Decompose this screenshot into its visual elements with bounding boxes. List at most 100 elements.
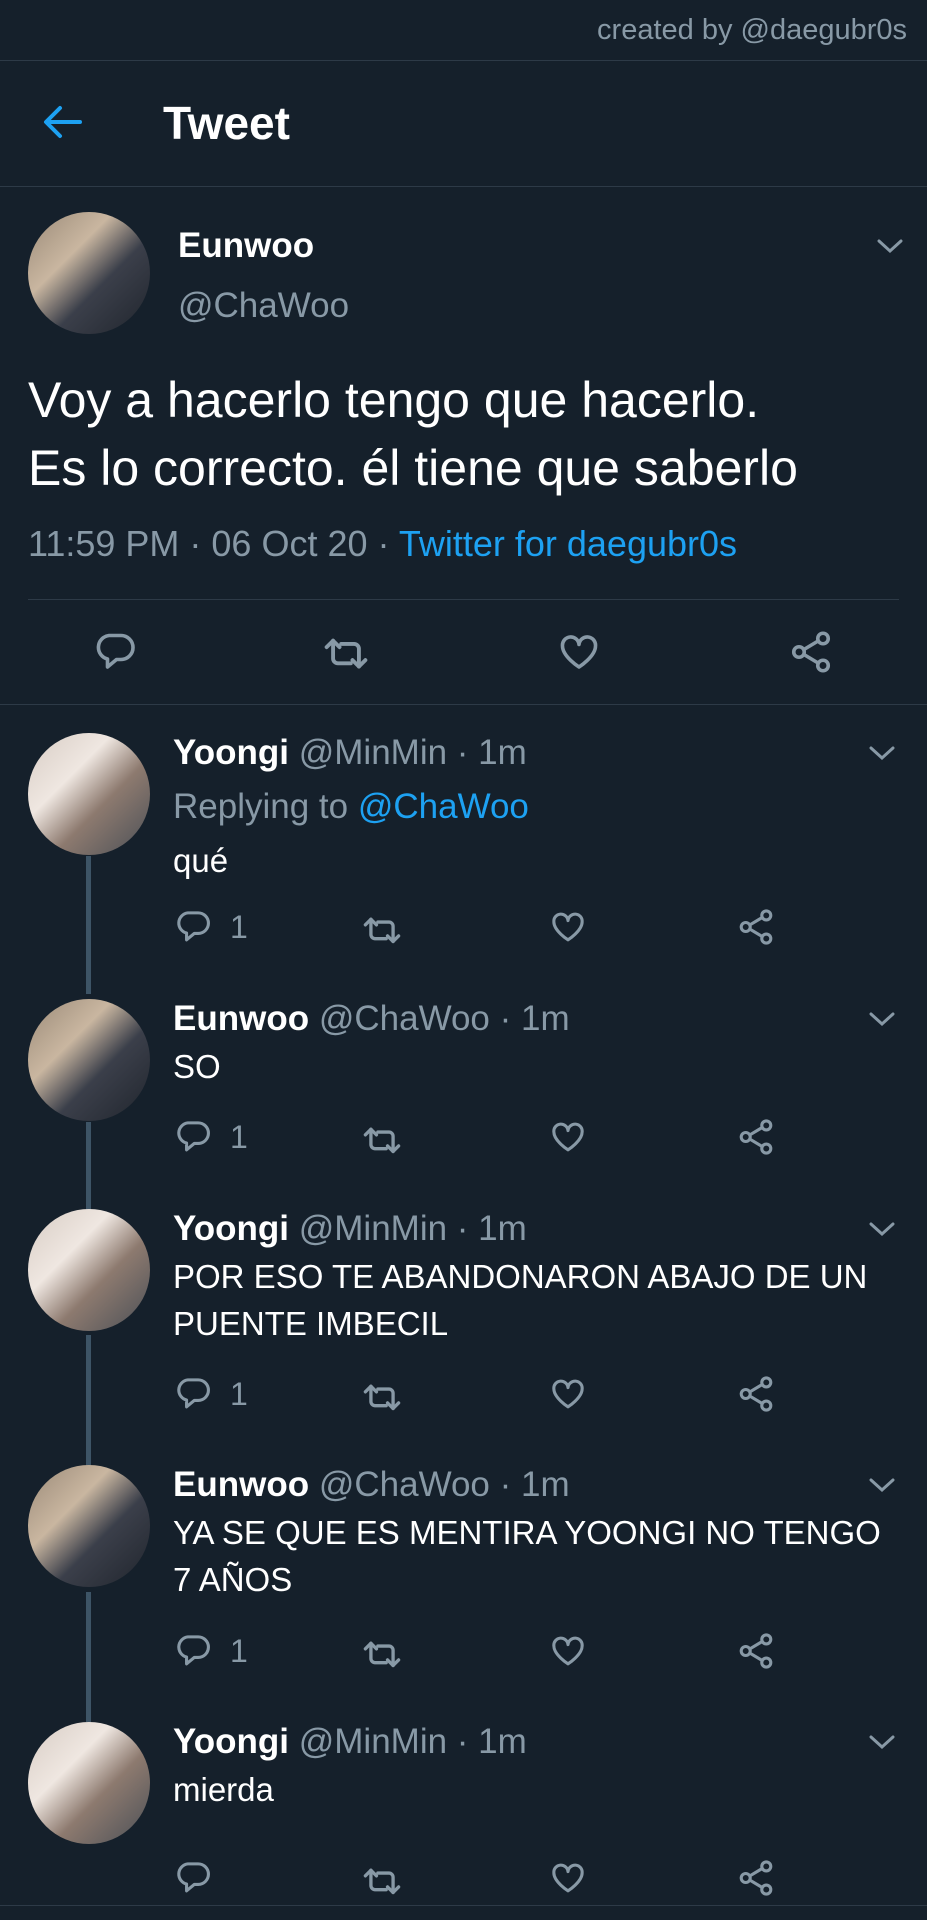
reply-text-line: YA SE QUE ES MENTIRA YOONGI NO TENGO	[173, 1514, 881, 1551]
like-button[interactable]	[550, 1119, 586, 1155]
reply-icon	[177, 1862, 210, 1893]
avatar[interactable]	[28, 212, 150, 334]
like-icon	[560, 635, 598, 669]
like-button[interactable]	[558, 631, 600, 673]
thread-line	[86, 856, 91, 994]
replying-to: Replying to @ChaWoo	[173, 787, 529, 827]
author-handle: @MinMin · 1m	[298, 733, 527, 772]
reply-text: POR ESO TE ABANDONARON ABAJO DE UN PUENT…	[173, 1253, 913, 1347]
share-button[interactable]	[738, 1119, 774, 1155]
avatar[interactable]	[28, 999, 150, 1121]
reply-text-line: SO	[173, 1048, 221, 1085]
retweet-button[interactable]	[362, 1862, 402, 1898]
share-icon	[739, 1633, 773, 1669]
reply-count: 1	[230, 1119, 248, 1155]
like-button[interactable]	[550, 1633, 586, 1669]
tweet-text-line: Es lo correcto. él tiene que saberlo	[28, 440, 798, 496]
avatar[interactable]	[28, 1465, 150, 1587]
retweet-icon	[363, 1868, 401, 1895]
chevron-down-icon[interactable]	[867, 1732, 897, 1752]
top-bar: Tweet	[0, 60, 927, 187]
like-button[interactable]	[550, 1376, 586, 1412]
retweet-button[interactable]	[322, 631, 370, 673]
avatar[interactable]	[28, 1722, 150, 1844]
share-button[interactable]	[738, 1860, 774, 1896]
share-button[interactable]	[738, 909, 774, 945]
reply-text-line: qué	[173, 842, 229, 879]
share-icon	[791, 631, 831, 673]
like-icon	[552, 912, 584, 942]
chevron-down-icon[interactable]	[867, 1009, 897, 1029]
retweet-button[interactable]	[362, 1378, 402, 1414]
divider	[0, 1905, 927, 1906]
author-name[interactable]: Eunwoo	[178, 226, 314, 266]
author-name[interactable]: Yoongi	[173, 733, 289, 772]
avatar[interactable]	[28, 733, 150, 855]
reply-text: YA SE QUE ES MENTIRA YOONGI NO TENGO 7 A…	[173, 1509, 913, 1603]
arrow-left-icon	[44, 106, 82, 138]
share-button[interactable]	[738, 1633, 774, 1669]
author-name[interactable]: Yoongi	[173, 1209, 289, 1248]
reply-text: qué	[173, 837, 913, 884]
chevron-down-icon[interactable]	[867, 1219, 897, 1239]
share-button[interactable]	[738, 1376, 774, 1412]
reply-count: 1	[230, 1376, 248, 1412]
retweet-button[interactable]	[362, 1635, 402, 1671]
credit-bar: created by @daegubr0s	[0, 0, 927, 61]
retweet-button[interactable]	[362, 911, 402, 947]
author-name[interactable]: Eunwoo	[173, 1465, 309, 1504]
tweet-timestamp: 11:59 PM · 06 Oct 20 ·	[28, 523, 399, 564]
reply-text-line: PUENTE IMBECIL	[173, 1305, 449, 1342]
reply-text: mierda	[173, 1766, 913, 1813]
share-icon	[739, 1860, 773, 1896]
reply-icon	[177, 1121, 210, 1152]
thread-line	[86, 1122, 91, 1210]
tweet-text-line: Voy a hacerlo tengo que hacerlo.	[28, 372, 760, 428]
like-icon	[552, 1863, 584, 1893]
like-icon	[552, 1636, 584, 1666]
reply-button[interactable]	[94, 631, 136, 673]
avatar[interactable]	[28, 1209, 150, 1331]
author-handle[interactable]: @ChaWoo	[178, 286, 349, 326]
share-icon	[739, 909, 773, 945]
page-title: Tweet	[163, 97, 290, 149]
share-button[interactable]	[790, 631, 832, 673]
author-name[interactable]: Yoongi	[173, 1722, 289, 1761]
reply-text-line: mierda	[173, 1771, 274, 1808]
reply-text-line: 7 AÑOS	[173, 1561, 293, 1598]
reply-button[interactable]	[175, 909, 211, 945]
thread-line	[86, 1335, 91, 1467]
retweet-button[interactable]	[362, 1121, 402, 1157]
retweet-icon	[363, 1641, 401, 1668]
share-icon	[739, 1119, 773, 1155]
reply-header: Yoongi @MinMin · 1m	[173, 733, 527, 773]
reply-header: Yoongi @MinMin · 1m	[173, 1209, 527, 1249]
reply-header: Eunwoo @ChaWoo · 1m	[173, 999, 570, 1039]
tweet-text: Voy a hacerlo tengo que hacerlo. Es lo c…	[28, 366, 908, 502]
chevron-down-icon[interactable]	[867, 743, 897, 763]
author-handle: @MinMin · 1m	[298, 1209, 527, 1248]
share-icon	[739, 1376, 773, 1412]
reply-button[interactable]	[175, 1119, 211, 1155]
retweet-icon	[324, 638, 368, 669]
back-button[interactable]	[40, 102, 86, 142]
retweet-icon	[363, 1127, 401, 1154]
tweet-source-link[interactable]: Twitter for daegubr0s	[399, 523, 737, 564]
like-button[interactable]	[550, 1860, 586, 1896]
chevron-down-icon[interactable]	[875, 236, 905, 256]
like-icon	[552, 1379, 584, 1409]
divider	[28, 599, 899, 600]
author-name[interactable]: Eunwoo	[173, 999, 309, 1038]
reply-button[interactable]	[175, 1860, 211, 1896]
reply-button[interactable]	[175, 1376, 211, 1412]
reply-icon	[177, 1378, 210, 1409]
reply-icon	[177, 1635, 210, 1666]
reply-count: 1	[230, 1633, 248, 1669]
chevron-down-icon[interactable]	[867, 1475, 897, 1495]
mention-link[interactable]: @ChaWoo	[358, 787, 529, 826]
author-handle: @ChaWoo · 1m	[318, 1465, 570, 1504]
reply-header: Eunwoo @ChaWoo · 1m	[173, 1465, 570, 1505]
reply-icon	[177, 911, 210, 942]
like-button[interactable]	[550, 909, 586, 945]
reply-button[interactable]	[175, 1633, 211, 1669]
